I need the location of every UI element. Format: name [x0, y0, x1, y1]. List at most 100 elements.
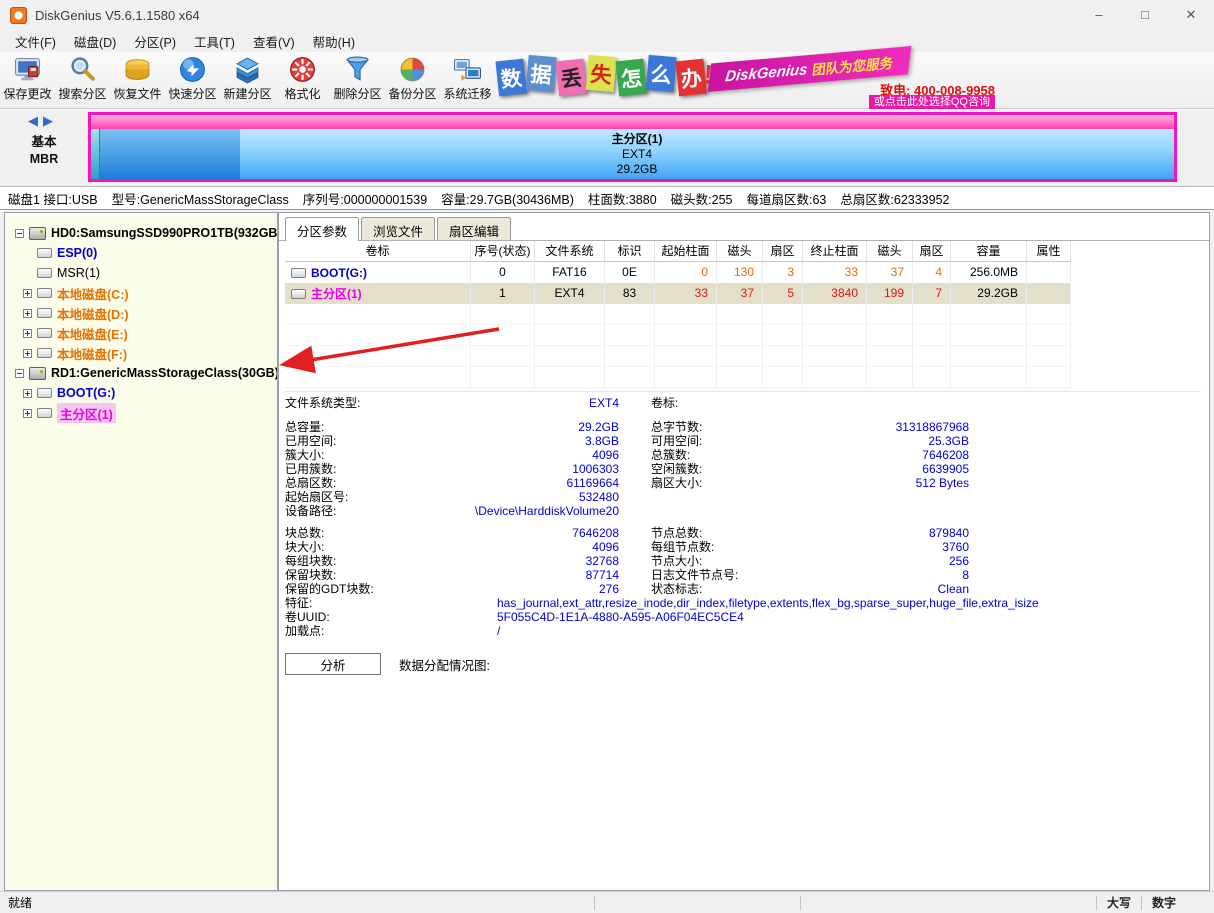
partition-icon — [37, 388, 52, 398]
tab-partition-params[interactable]: 分区参数 — [285, 217, 359, 241]
statusbar: 就绪 大写 数字 — [0, 891, 1214, 913]
qq-consult-link[interactable]: 或点击此处选择QQ咨询 — [869, 95, 995, 109]
maximize-button[interactable]: □ — [1122, 0, 1168, 30]
system-migration-icon — [453, 55, 482, 84]
system-migration-button[interactable]: 系统迁移 — [440, 52, 495, 102]
partition-icon — [291, 268, 306, 278]
format-button[interactable]: 格式化 — [275, 52, 330, 102]
expand-icon[interactable] — [23, 289, 32, 298]
table-empty-row — [285, 304, 1071, 325]
analyze-section: 分析 数据分配情况图: — [285, 653, 490, 675]
table-empty-row — [285, 325, 1071, 346]
partition-overview: ◀ ▶ 基本 MBR 主分区(1) EXT4 29.2GB — [0, 109, 1214, 186]
disk-scheme-label: 基本 MBR — [16, 134, 72, 168]
save-changes-icon — [13, 55, 42, 84]
nav-left-icon[interactable]: ◀ — [28, 113, 38, 128]
save-changes-button[interactable]: 保存更改 — [0, 52, 55, 102]
new-partition-icon — [233, 55, 262, 84]
promo-tile: 丢 — [555, 59, 587, 97]
statusbar-pane — [595, 892, 800, 913]
mount-row: 加载点:/ — [285, 624, 1201, 638]
partition-table: 卷标 序号(状态) 文件系统 标识 起始柱面 磁头 扇区 终止柱面 磁头 扇区 … — [285, 241, 1071, 388]
table-header: 卷标 序号(状态) 文件系统 标识 起始柱面 磁头 扇区 终止柱面 磁头 扇区 … — [285, 241, 1071, 262]
tree-node-boot-g[interactable]: BOOT(G:) — [5, 383, 277, 403]
detail-row: 簇大小:4096总簇数:7646208 — [285, 448, 1201, 462]
detail-row: 保留块数:87714日志文件节点号:8 — [285, 568, 1201, 582]
menubar: 文件(F) 磁盘(D) 分区(P) 工具(T) 查看(V) 帮助(H) — [0, 30, 1214, 52]
tree-node-primary-partition[interactable]: 主分区(1) — [5, 403, 277, 423]
slogan-text: 团队为您服务 — [811, 52, 894, 79]
disk-header-band — [91, 115, 1174, 129]
app-logo-icon — [10, 7, 27, 24]
window-controls: – □ ✕ — [1076, 0, 1214, 30]
tree-node-disk-f[interactable]: 本地磁盘(F:) — [5, 343, 277, 363]
volume-label-label: 卷标: — [651, 396, 801, 410]
tree-node-msr[interactable]: MSR(1) — [5, 263, 277, 283]
tree-node-disk-d[interactable]: 本地磁盘(D:) — [5, 303, 277, 323]
allocation-map-caption: 数据分配情况图: — [399, 655, 490, 674]
expand-icon[interactable] — [23, 309, 32, 318]
status-ready: 就绪 — [8, 894, 32, 911]
fs-type-label: 文件系统类型: — [285, 396, 435, 410]
recover-files-button[interactable]: 恢复文件 — [110, 52, 165, 102]
delete-partition-button[interactable]: 删除分区 — [330, 52, 385, 102]
new-partition-button[interactable]: 新建分区 — [220, 52, 275, 102]
backup-partition-icon — [398, 55, 427, 84]
detail-row: 起始扇区号:532480 — [285, 490, 1201, 504]
quick-partition-button[interactable]: 快速分区 — [165, 52, 220, 102]
expand-icon[interactable] — [23, 409, 32, 418]
menu-tools[interactable]: 工具(T) — [185, 30, 244, 53]
tab-browse-files[interactable]: 浏览文件 — [361, 217, 435, 240]
tree-node-hd0[interactable]: HD0:SamsungSSD990PRO1TB(932GB — [5, 223, 277, 243]
format-icon — [288, 55, 317, 84]
disk-info-bar: 磁盘1 接口:USB 型号:GenericMassStorageClass 序列… — [0, 186, 1214, 210]
analyze-button[interactable]: 分析 — [285, 653, 381, 675]
selected-tree-item: 主分区(1) — [57, 403, 116, 423]
detail-row: 保留的GDT块数:276状态标志:Clean — [285, 582, 1201, 596]
detail-row: 块总数:7646208节点总数:879840 — [285, 526, 1201, 540]
search-partition-button[interactable]: 搜索分区 — [55, 52, 110, 102]
menu-help[interactable]: 帮助(H) — [304, 30, 364, 53]
features-row: 特征:has_journal,ext_attr,resize_inode,dir… — [285, 596, 1201, 610]
table-row-primary-selected[interactable]: 主分区(1) 1 EXT4 83 33 37 5 3840 199 7 29.2… — [285, 283, 1071, 304]
delete-partition-icon — [343, 55, 372, 84]
promo-banner[interactable]: 数 据 丢 失 怎 么 办 ！ DiskGenius 团队为您服务 致电: 40… — [497, 54, 997, 107]
detail-row: 每组块数:32768节点大小:256 — [285, 554, 1201, 568]
menu-file[interactable]: 文件(F) — [6, 30, 65, 53]
quick-partition-icon — [178, 55, 207, 84]
tree-node-rd1[interactable]: RD1:GenericMassStorageClass(30GB) — [5, 363, 277, 383]
tab-sector-edit[interactable]: 扇区编辑 — [437, 217, 511, 240]
collapse-icon[interactable] — [15, 229, 24, 238]
menu-disk[interactable]: 磁盘(D) — [65, 30, 125, 53]
tree-node-disk-e[interactable]: 本地磁盘(E:) — [5, 323, 277, 343]
detail-row: 总容量:29.2GB总字节数:31318867968 — [285, 420, 1201, 434]
table-row-boot[interactable]: BOOT(G:) 0 FAT16 0E 0 130 3 33 37 4 256.… — [285, 262, 1071, 283]
tree-node-esp[interactable]: ESP(0) — [5, 243, 277, 263]
detail-row: 已用空间:3.8GB可用空间:25.3GB — [285, 434, 1201, 448]
partition-icon — [291, 289, 306, 299]
tree-node-disk-c[interactable]: 本地磁盘(C:) — [5, 283, 277, 303]
expand-icon[interactable] — [23, 389, 32, 398]
detail-panel: 分区参数 浏览文件 扇区编辑 卷标 序号(状态) 文件系统 标识 起始柱面 磁头… — [278, 212, 1210, 891]
expand-icon[interactable] — [23, 329, 32, 338]
partition-bar-label: 主分区(1) EXT4 29.2GB — [100, 129, 1174, 179]
collapse-icon[interactable] — [15, 369, 24, 378]
overview-primary-partition[interactable]: 主分区(1) EXT4 29.2GB — [100, 129, 1174, 179]
table-empty-row — [285, 367, 1071, 388]
close-button[interactable]: ✕ — [1168, 0, 1214, 30]
expand-icon[interactable] — [23, 349, 32, 358]
partition-icon — [37, 408, 52, 418]
minimize-button[interactable]: – — [1076, 0, 1122, 30]
detail-row: 块大小:4096每组节点数:3760 — [285, 540, 1201, 554]
window-title: DiskGenius V5.6.1.1580 x64 — [35, 8, 200, 23]
menu-partition[interactable]: 分区(P) — [125, 30, 185, 53]
nav-right-icon[interactable]: ▶ — [43, 113, 53, 128]
promo-tile: 失 — [586, 55, 617, 92]
statusbar-pane — [801, 892, 1096, 913]
backup-partition-button[interactable]: 备份分区 — [385, 52, 440, 102]
menu-view[interactable]: 查看(V) — [244, 30, 304, 53]
overview-boot-partition[interactable] — [91, 129, 100, 179]
brand-text: DiskGenius — [724, 61, 808, 85]
partition-icon — [37, 268, 52, 278]
uuid-row: 卷UUID:5F055C4D-1E1A-4880-A595-A06F04EC5C… — [285, 610, 1201, 624]
